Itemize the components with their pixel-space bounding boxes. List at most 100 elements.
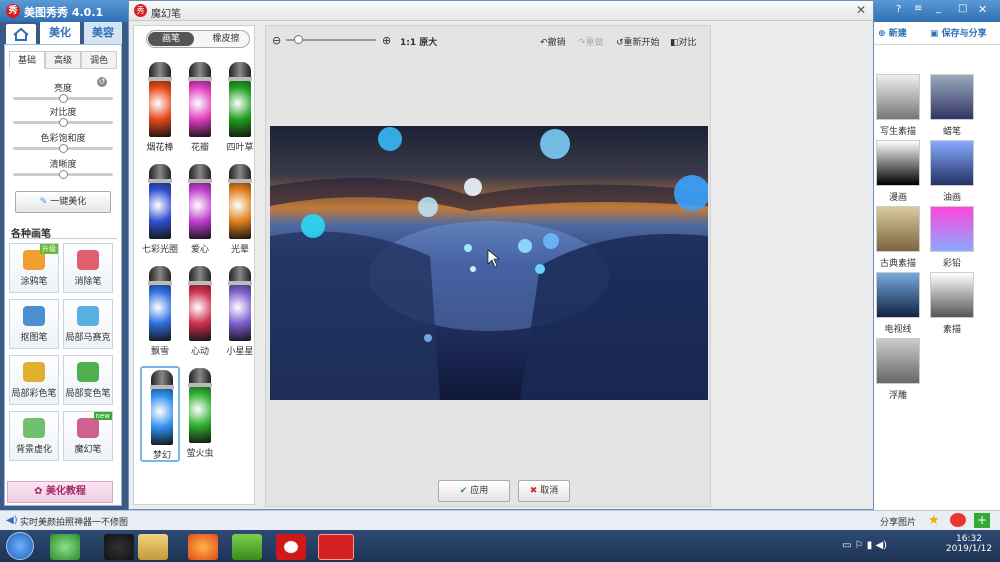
restart-button[interactable]: ↺重新开始: [616, 35, 660, 48]
tool-6[interactable]: 局部变色笔: [63, 355, 113, 405]
zoom-out-icon[interactable]: ⊖: [272, 34, 281, 47]
pen-icon: [142, 164, 178, 240]
subtab-basic[interactable]: 基础: [9, 51, 45, 69]
window-close-icon[interactable]: ✕: [978, 3, 987, 16]
zoom-knob[interactable]: [294, 35, 303, 44]
explorer-icon[interactable]: [138, 534, 168, 560]
tab-brush[interactable]: 画笔: [148, 32, 194, 46]
slider-knob[interactable]: [59, 118, 68, 127]
pen-4[interactable]: 七彩光圈: [140, 162, 180, 258]
apply-button[interactable]: ✔ 应用: [438, 480, 510, 502]
pen-10[interactable]: 梦幻: [140, 366, 180, 462]
actual-size-label[interactable]: 1:1 原大: [400, 35, 437, 48]
tool-8[interactable]: 魔幻笔 new: [63, 411, 113, 461]
pen-9[interactable]: 小星星: [220, 264, 260, 360]
flower-icon: ✿: [34, 486, 46, 497]
contrast-slider[interactable]: [13, 118, 113, 127]
pen-6[interactable]: 光晕: [220, 162, 260, 258]
zoom-slider[interactable]: [286, 35, 376, 44]
left-panel: 基础 高级 调色 ↺ 亮度 对比度 色彩饱和度 清晰度 ✎ 一键美化 各种画笔 …: [4, 44, 122, 506]
one-click-beautify-button[interactable]: ✎ 一键美化: [15, 191, 111, 213]
effect-thumb[interactable]: [930, 140, 974, 186]
tool-1[interactable]: 涂鸦笔 升级: [9, 243, 59, 293]
sharpness-slider[interactable]: [13, 170, 113, 179]
effect-thumb[interactable]: [876, 272, 920, 318]
qq-icon[interactable]: [104, 534, 134, 560]
slider-knob[interactable]: [59, 94, 68, 103]
redo-button[interactable]: ↷重做: [578, 35, 604, 48]
close-icon[interactable]: ✕: [853, 3, 869, 18]
tool-5[interactable]: 局部彩色笔: [9, 355, 59, 405]
undo-button[interactable]: ↶撤销: [540, 35, 566, 48]
pen-11[interactable]: 萤火虫: [180, 366, 220, 462]
meitu-taskbar-icon[interactable]: [318, 534, 354, 560]
menu-icon[interactable]: ≡: [914, 3, 922, 14]
magic-pen-dialog: 秀 魔幻笔 ✕ 画笔 橡皮擦 烟花棒 花瓣 四叶草 七彩光圈 爱心 光晕 飘雪 心动 小星星 梦幻…: [128, 0, 874, 510]
tab-beauty[interactable]: 美容: [84, 22, 122, 44]
effect-thumb[interactable]: [876, 140, 920, 186]
pen-1[interactable]: 烟花棒: [140, 60, 180, 156]
maximize-icon[interactable]: □: [958, 3, 967, 14]
tool-2[interactable]: 消除笔: [63, 243, 113, 293]
effect-thumb[interactable]: [930, 74, 974, 120]
pen-8[interactable]: 心动: [180, 264, 220, 360]
brightness-slider[interactable]: [13, 94, 113, 103]
zoom-in-icon[interactable]: ⊕: [382, 34, 391, 47]
pen-2[interactable]: 花瓣: [180, 60, 220, 156]
effect-thumb[interactable]: [876, 206, 920, 252]
effect-thumb[interactable]: [876, 338, 920, 384]
tab-beautify[interactable]: 美化: [40, 22, 80, 44]
restart-icon: ↺: [616, 38, 624, 48]
tool-3[interactable]: 抠图笔: [9, 299, 59, 349]
compare-button[interactable]: ◧对比: [670, 35, 697, 48]
tool-label: 背景虚化: [15, 445, 52, 455]
slider-knob[interactable]: [59, 170, 68, 179]
add-icon[interactable]: +: [974, 513, 990, 528]
share-images-label: 分享图片: [880, 518, 917, 528]
slider-knob[interactable]: [59, 144, 68, 153]
effect-thumb[interactable]: [930, 272, 974, 318]
pen-label: 烟花棒: [146, 143, 174, 153]
saturation-slider[interactable]: [13, 144, 113, 153]
cancel-label: 取消: [540, 486, 559, 496]
effect-label: 蜡笔: [942, 127, 961, 137]
recorder-icon[interactable]: [276, 534, 306, 560]
subtab-color[interactable]: 调色: [81, 51, 117, 69]
photo-canvas[interactable]: [270, 126, 708, 400]
pen-5[interactable]: 爱心: [180, 162, 220, 258]
pen-icon: [182, 62, 218, 138]
sharpness-label: 清晰度: [49, 160, 77, 170]
tab-eraser[interactable]: 橡皮擦: [203, 32, 249, 46]
home-tab[interactable]: [6, 24, 36, 44]
new-button[interactable]: ⊕ 新建: [878, 26, 907, 39]
tool-7[interactable]: 背景虚化: [9, 411, 59, 461]
effect-thumb[interactable]: [930, 206, 974, 252]
pen-label: 爱心: [190, 245, 209, 255]
app-360-icon[interactable]: [50, 534, 80, 560]
status-text[interactable]: 实时美颜拍照神器一不修图: [20, 515, 128, 528]
new-label: 新建: [888, 29, 907, 39]
minimize-icon[interactable]: _: [936, 3, 941, 14]
firefox-icon[interactable]: [188, 534, 218, 560]
app-logo-icon: 秀: [6, 4, 20, 18]
tool-icon: [77, 418, 99, 438]
home-icon: [13, 27, 29, 41]
canvas-area: ⊖ ⊕ 1:1 原大 ↶撤销 ↷重做 ↺重新开始 ◧对比 ✔ 应用 ✖ 取消: [265, 25, 711, 507]
subtab-advanced[interactable]: 高级: [45, 51, 81, 69]
effect-thumb[interactable]: [876, 74, 920, 120]
tool-icon: [77, 306, 99, 326]
pen-icon: [222, 164, 258, 240]
tool-label: 魔幻笔: [74, 445, 102, 455]
tool-4[interactable]: 局部马赛克: [63, 299, 113, 349]
cancel-button[interactable]: ✖ 取消: [518, 480, 570, 502]
weibo-icon[interactable]: [950, 513, 966, 527]
save-share-button[interactable]: ▣ 保存与分享: [930, 26, 987, 39]
start-button[interactable]: [6, 532, 34, 560]
help-icon[interactable]: ?: [896, 4, 901, 15]
video-app-icon[interactable]: [232, 534, 262, 560]
pen-3[interactable]: 四叶草: [220, 60, 260, 156]
pen-7[interactable]: 飘雪: [140, 264, 180, 360]
star-icon[interactable]: ★: [928, 513, 940, 528]
pen-label: 光晕: [230, 245, 249, 255]
tutorial-button[interactable]: ✿ 美化教程: [7, 481, 113, 503]
